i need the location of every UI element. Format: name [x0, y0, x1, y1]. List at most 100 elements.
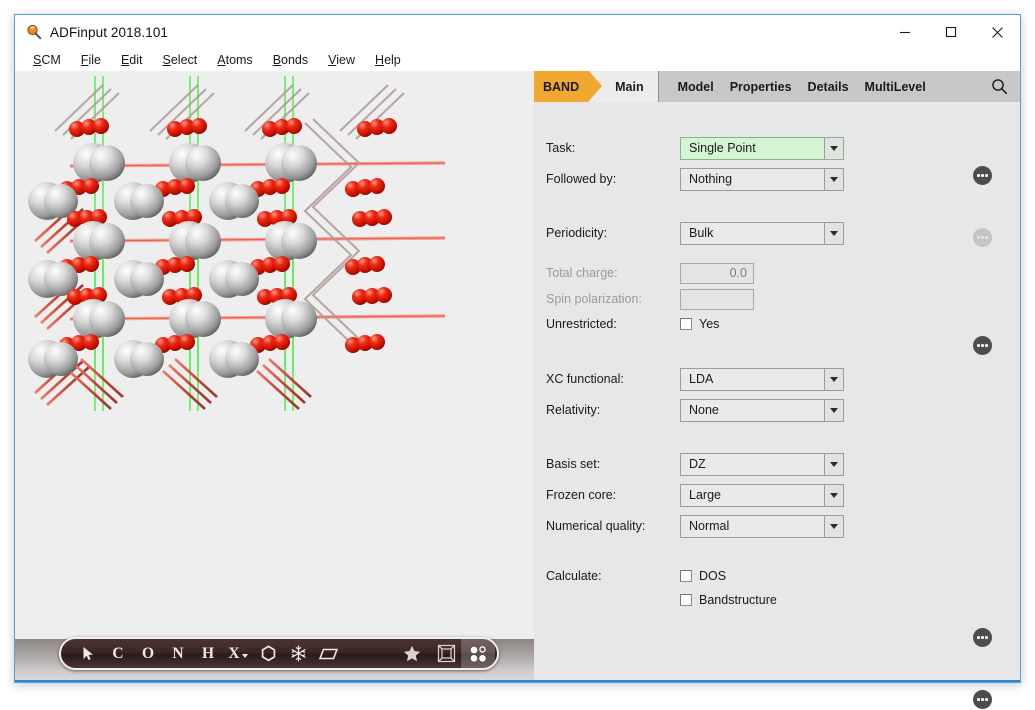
- menu-help-mnemonic: H: [375, 53, 385, 67]
- other-element-label: X: [228, 644, 240, 662]
- task-dropdown[interactable]: Single Point: [680, 136, 844, 160]
- row-unrestricted: Unrestricted: Yes: [534, 311, 1020, 337]
- main-content: C O N H X BAND Main Model Properties Det…: [15, 71, 1020, 709]
- favorite-tool[interactable]: [397, 639, 427, 668]
- unrestricted-checkbox-box[interactable]: [680, 318, 692, 330]
- basis-set-chevron-down-icon[interactable]: [824, 453, 843, 475]
- periodicity-chevron-down-icon[interactable]: [824, 222, 843, 244]
- frozen-core-label: Frozen core:: [546, 488, 617, 502]
- unrestricted-checkbox[interactable]: Yes: [680, 317, 719, 331]
- menu-select-mnemonic: S: [162, 53, 171, 67]
- secondary-tabs: Model Properties Details MultiLevel: [657, 71, 1020, 102]
- structure-toolbar: C O N H X: [59, 637, 499, 670]
- row-numerical-quality: Numerical quality: Normal: [534, 513, 1020, 539]
- total-charge-input[interactable]: 0.0: [680, 262, 754, 284]
- dos-checkbox[interactable]: DOS: [680, 569, 726, 583]
- window-controls: [882, 15, 1020, 49]
- menu-bonds-rest: onds: [281, 53, 309, 67]
- menu-view[interactable]: View: [318, 53, 365, 67]
- task-value: Single Point: [689, 141, 756, 155]
- unrestricted-label: Unrestricted:: [546, 317, 617, 331]
- spin-polarization-input[interactable]: [680, 288, 754, 310]
- menu-edit[interactable]: Edit: [111, 53, 153, 67]
- snowflake-tool[interactable]: [283, 639, 313, 668]
- menu-select-rest: elect: [170, 53, 198, 67]
- form-area: Task: Single Point Followed by: Nothing: [534, 102, 1020, 709]
- task-chevron-down-icon[interactable]: [824, 137, 843, 159]
- search-icon[interactable]: [991, 78, 1008, 95]
- tab-details[interactable]: Details: [800, 80, 857, 94]
- carbon-tool[interactable]: C: [103, 639, 133, 668]
- menu-atoms-rest: toms: [225, 53, 253, 67]
- menu-file[interactable]: File: [71, 53, 111, 67]
- numerical-quality-dropdown[interactable]: Normal: [680, 514, 844, 538]
- lattice-grid-tool[interactable]: [461, 639, 495, 668]
- bandstructure-checkbox[interactable]: Bandstructure: [680, 593, 777, 607]
- task-label: Task:: [546, 141, 576, 155]
- unit-cell-tool[interactable]: [431, 639, 461, 668]
- frozen-core-chevron-down-icon[interactable]: [824, 484, 843, 506]
- hydrogen-tool[interactable]: H: [193, 639, 223, 668]
- menu-bar: SCM File Edit Select Atoms Bonds View He…: [15, 49, 1020, 71]
- menu-scm[interactable]: SCM: [23, 53, 71, 67]
- periodicity-dropdown[interactable]: Bulk: [680, 221, 844, 245]
- periodicity-more-button[interactable]: [973, 336, 992, 355]
- title-bar: ADFinput 2018.101: [15, 15, 1020, 49]
- tab-properties[interactable]: Properties: [722, 80, 800, 94]
- numerical-quality-label: Numerical quality:: [546, 519, 646, 533]
- relativity-label: Relativity:: [546, 403, 601, 417]
- relativity-chevron-down-icon[interactable]: [824, 399, 843, 421]
- ring-tool[interactable]: [253, 639, 283, 668]
- followed-by-dropdown[interactable]: Nothing: [680, 167, 844, 191]
- crystal-structure-render[interactable]: [15, 71, 534, 641]
- row-relativity: Relativity: None: [534, 397, 1020, 709]
- frozen-core-dropdown[interactable]: Large: [680, 483, 844, 507]
- relativity-dropdown[interactable]: None: [680, 398, 844, 422]
- oxygen-tool[interactable]: O: [133, 639, 163, 668]
- followed-by-label: Followed by:: [546, 172, 617, 186]
- close-button[interactable]: [974, 15, 1020, 49]
- frozen-core-value: Large: [689, 488, 721, 502]
- tab-multilevel[interactable]: MultiLevel: [857, 80, 934, 94]
- basis-set-dropdown[interactable]: DZ: [680, 452, 844, 476]
- menu-bonds[interactable]: Bonds: [263, 53, 318, 67]
- row-followed-by: Followed by: Nothing: [534, 166, 1020, 247]
- menu-view-rest: iew: [336, 53, 356, 67]
- bandstructure-checkbox-box[interactable]: [680, 594, 692, 606]
- spin-polarization-label: Spin polarization:: [546, 292, 642, 306]
- tab-band[interactable]: BAND: [534, 71, 603, 102]
- tab-model[interactable]: Model: [670, 80, 722, 94]
- molecule-viewport[interactable]: C O N H X: [15, 71, 534, 682]
- xc-functional-chevron-down-icon[interactable]: [824, 368, 843, 390]
- tab-strip: BAND Main Model Properties Details Multi…: [534, 71, 1020, 102]
- menu-file-rest: ile: [88, 53, 101, 67]
- other-element-tool[interactable]: X: [223, 639, 253, 668]
- basis-set-value: DZ: [689, 457, 706, 471]
- followed-by-chevron-down-icon[interactable]: [824, 168, 843, 190]
- chevron-down-icon: [241, 654, 248, 658]
- followed-by-value: Nothing: [689, 172, 733, 186]
- row-task: Task: Single Point: [534, 135, 1020, 185]
- maximize-button[interactable]: [928, 15, 974, 49]
- relativity-more-button[interactable]: [973, 690, 992, 709]
- menu-bonds-mnemonic: B: [272, 53, 282, 67]
- xc-functional-dropdown[interactable]: LDA: [680, 367, 844, 391]
- basis-set-label: Basis set:: [546, 457, 601, 471]
- row-spin-polarization: Spin polarization:: [534, 286, 1020, 312]
- row-periodicity: Periodicity: Bulk: [534, 220, 1020, 355]
- numerical-quality-chevron-down-icon[interactable]: [824, 515, 843, 537]
- dos-checkbox-box[interactable]: [680, 570, 692, 582]
- nitrogen-tool[interactable]: N: [163, 639, 193, 668]
- menu-help[interactable]: Help: [365, 53, 411, 67]
- select-cursor-tool[interactable]: [73, 639, 103, 668]
- plane-tool[interactable]: [313, 639, 343, 668]
- xc-functional-more-button[interactable]: [973, 628, 992, 647]
- minimize-button[interactable]: [882, 15, 928, 49]
- xc-functional-label: XC functional:: [546, 372, 624, 386]
- periodicity-label: Periodicity:: [546, 226, 608, 240]
- menu-atoms[interactable]: Atoms: [207, 53, 262, 67]
- menu-select[interactable]: Select: [153, 53, 208, 67]
- magnifier-icon: [25, 23, 43, 41]
- application-window: ADFinput 2018.101 SCM File Edit Select A…: [14, 14, 1021, 709]
- row-calculate-bandstructure: Bandstructure: [534, 587, 1020, 613]
